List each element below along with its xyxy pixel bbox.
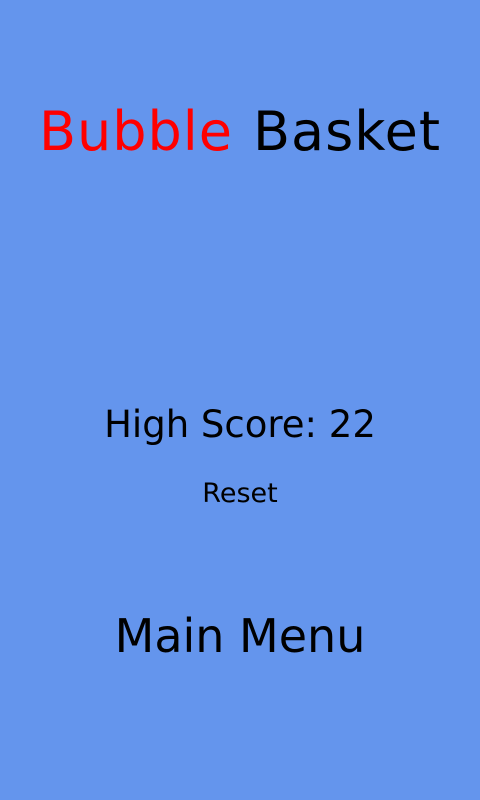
high-score-screen: Bubble Basket High Score: 22 Reset Main M… xyxy=(0,0,480,800)
high-score-value: 22 xyxy=(328,403,376,446)
high-score-label: High Score: xyxy=(104,403,318,446)
main-menu-button[interactable]: Main Menu xyxy=(90,604,390,668)
reset-button[interactable]: Reset xyxy=(190,474,290,514)
game-title: Bubble Basket xyxy=(0,92,480,172)
title-word-basket: Basket xyxy=(253,100,442,163)
high-score-display: High Score: 22 xyxy=(0,400,480,450)
title-word-bubble: Bubble xyxy=(38,100,234,163)
